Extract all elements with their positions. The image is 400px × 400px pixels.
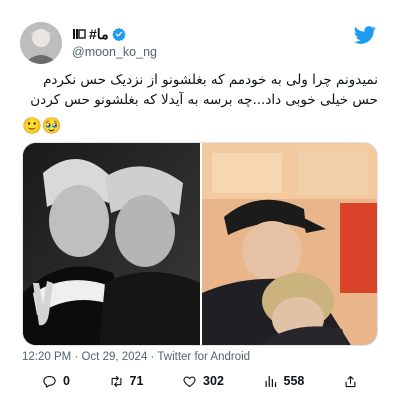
tweet-header: #ما @moon_ko_ng [20, 22, 380, 64]
views-count: 558 [283, 374, 305, 388]
tweet-date[interactable]: Oct 29, 2024 [81, 351, 147, 363]
avatar[interactable] [20, 22, 62, 64]
like-count: 302 [203, 374, 224, 388]
flag-icon [73, 29, 86, 39]
reply-button[interactable]: 0 [42, 374, 70, 389]
tweet-meta: 12:20 PM · Oct 29, 2024 · Twitter for An… [22, 351, 250, 363]
tweet-media[interactable] [22, 142, 378, 346]
photo-studio-hug[interactable] [202, 143, 377, 345]
photo-black-and-white-hug[interactable] [23, 143, 200, 345]
tweet-text: نمیدونم چرا ولی به خودمم که بغلشونو از ن… [30, 72, 378, 108]
share-button[interactable] [343, 374, 358, 389]
retweet-count: 71 [129, 374, 144, 388]
tweet-card: #ما @moon_ko_ng نمیدونم چرا ولی به خودمم… [8, 8, 392, 392]
like-button[interactable]: 302 [182, 374, 224, 389]
verified-badge-icon [111, 27, 126, 41]
meta-separator: · [150, 351, 155, 363]
reply-count: 0 [63, 374, 70, 388]
views-button[interactable]: 558 [263, 374, 305, 389]
retweet-icon [111, 375, 121, 387]
retweet-button[interactable]: 71 [109, 374, 144, 389]
user-handle[interactable]: @moon_ko_ng [72, 45, 157, 59]
reply-icon [43, 375, 56, 388]
tweet-client: Twitter for Android [157, 351, 251, 363]
twitter-bird-icon[interactable] [354, 24, 376, 46]
tweet-time[interactable]: 12:20 PM [22, 351, 71, 363]
heart-icon [183, 375, 196, 387]
tweet-actions: 0 71 302 558 [22, 372, 378, 390]
views-icon [265, 375, 276, 387]
display-name[interactable]: #ما [89, 26, 109, 43]
tweet-emojis: 🙂🥹 [22, 118, 62, 135]
share-icon [345, 375, 356, 387]
meta-separator: · [74, 351, 79, 363]
